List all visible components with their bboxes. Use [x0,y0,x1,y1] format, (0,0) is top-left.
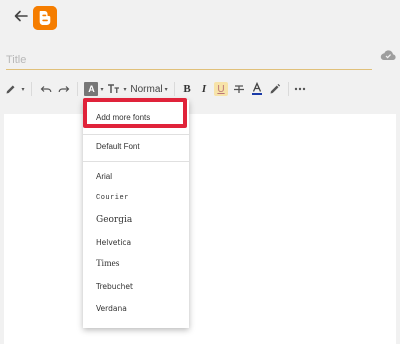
underline-label: U [214,82,228,96]
font-item-label: Arial [96,171,113,181]
text-color-button[interactable] [249,78,265,100]
add-more-fonts-item[interactable]: Add more fonts [83,107,189,127]
chevron-down-icon: ▾ [21,86,25,93]
bold-label: B [183,83,191,95]
font-item-times[interactable]: Times [83,254,189,274]
blogger-logo-icon[interactable] [33,6,57,30]
chevron-down-icon: ▾ [100,86,104,93]
title-row [0,44,400,76]
title-input[interactable] [6,50,372,70]
chevron-down-icon: ▾ [123,86,127,93]
text-color-icon [252,82,262,95]
add-more-fonts-label: Add more fonts [96,112,151,122]
formatting-toolbar: ▾ A ▾ ▾ Normal ▾ B I U [0,78,400,100]
redo-button[interactable] [56,78,72,100]
redo-icon [58,86,70,93]
italic-button[interactable]: I [197,78,211,100]
toolbar-divider [31,82,32,96]
paragraph-style-dropdown[interactable]: Normal ▾ [130,78,168,100]
italic-label: I [201,83,207,95]
font-item-georgia[interactable]: Georgia [83,210,189,230]
menu-divider [83,161,189,162]
toolbar-divider [174,82,175,96]
more-horizontal-icon [294,87,306,91]
font-item-label: Verdana [96,303,127,313]
paragraph-style-label: Normal [130,83,163,95]
text-size-icon [108,84,120,93]
font-family-button[interactable]: A ▾ [83,78,105,100]
font-family-menu: Add more fonts Default Font Arial Courie… [83,100,189,328]
font-item-label: Helvetica [96,237,132,247]
toolbar-divider [77,82,78,96]
toolbar-divider [288,82,289,96]
font-item-label: Courier [96,194,129,202]
strikethrough-icon [234,85,244,93]
pencil-icon [6,85,15,94]
underline-button[interactable]: U [213,78,229,100]
default-font-label: Default Font [96,141,140,151]
font-item-courier[interactable]: Courier [83,188,189,208]
default-font-item[interactable]: Default Font [83,136,189,156]
strikethrough-button[interactable] [231,78,247,100]
top-bar [0,0,400,36]
bold-button[interactable]: B [180,78,194,100]
highlight-button[interactable] [267,78,283,100]
font-item-trebuchet[interactable]: Trebuchet [83,276,189,296]
undo-button[interactable] [38,78,54,100]
post-editor-body[interactable] [4,114,396,344]
chevron-down-icon: ▾ [164,86,168,93]
undo-icon [40,86,52,93]
highlighter-icon [270,83,281,94]
font-size-button[interactable]: ▾ [106,78,128,100]
title-underline [6,69,372,70]
more-options-button[interactable] [292,78,308,100]
cloud-sync-icon[interactable] [380,48,396,62]
font-family-icon: A [84,82,99,96]
font-item-arial[interactable]: Arial [83,166,189,186]
font-item-verdana[interactable]: Verdana [83,298,189,318]
arrow-left-icon [14,10,28,22]
font-item-helvetica[interactable]: Helvetica [83,232,189,252]
pen-mode-button[interactable]: ▾ [4,78,26,100]
back-button[interactable] [12,7,30,25]
font-item-label: Trebuchet [96,281,133,291]
font-item-label: Times [96,259,120,269]
menu-divider [83,134,189,135]
font-item-label: Georgia [96,215,133,225]
